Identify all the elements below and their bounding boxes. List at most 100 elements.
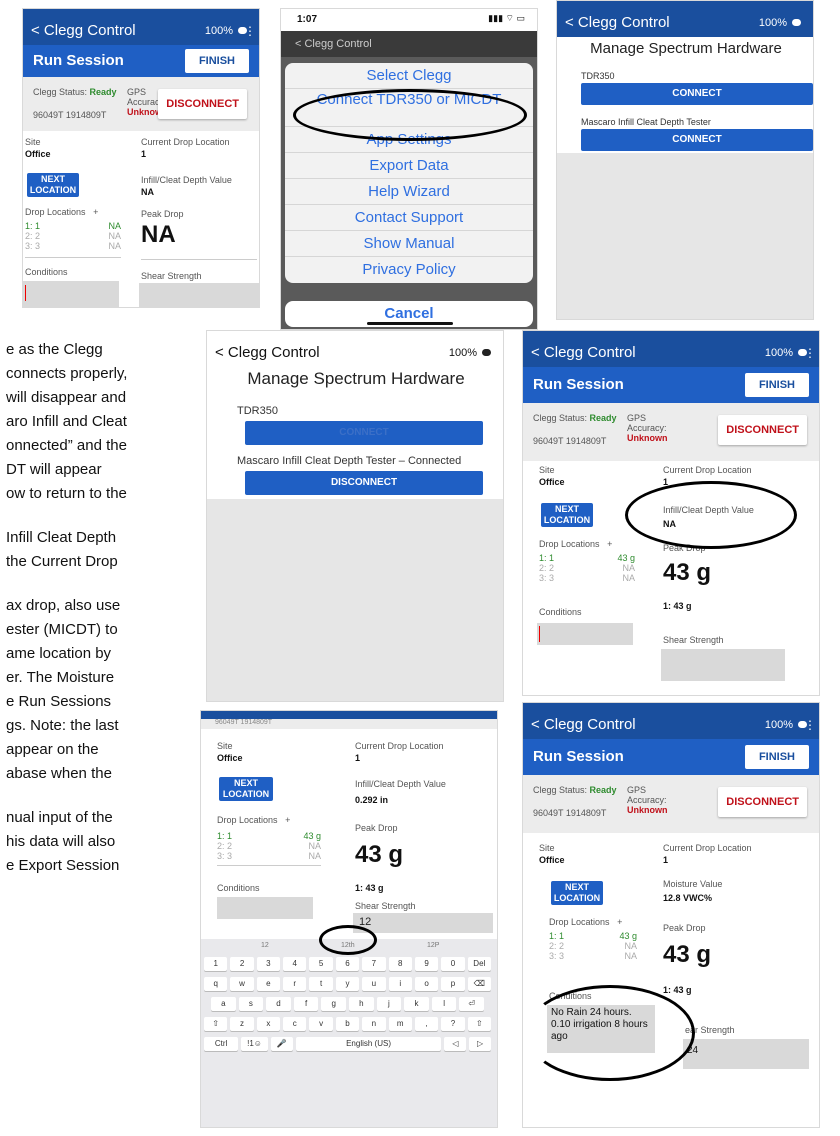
add-icon[interactable]: + (607, 539, 612, 549)
keyboard-key[interactable]: English (US) (295, 1037, 442, 1051)
disconnect-button[interactable]: DISCONNECT (158, 89, 247, 119)
keyboard-key[interactable]: ▷ (469, 1037, 491, 1051)
keyboard-key[interactable]: ⇧ (204, 1017, 228, 1031)
keyboard-key[interactable]: 4 (283, 957, 307, 971)
keyboard-key[interactable]: 6 (335, 957, 360, 971)
shear-strength-input[interactable]: 12 (353, 913, 493, 933)
menu-item-select-clegg[interactable]: Select Clegg (285, 63, 533, 89)
menu-item-help-wizard[interactable]: Help Wizard (285, 179, 533, 205)
keyboard-key[interactable]: l (431, 997, 457, 1011)
keyboard-key[interactable]: t (309, 977, 333, 991)
drop-row[interactable]: 1: 1 43 g (217, 831, 321, 841)
shear-strength-input[interactable] (139, 283, 259, 307)
suggestion[interactable]: 12 (261, 942, 269, 949)
back-title[interactable]: < Clegg Control (531, 716, 636, 733)
keyboard-key[interactable]: x (256, 1017, 281, 1031)
suggestion[interactable]: 12P (427, 942, 439, 949)
keyboard-key[interactable]: 1 (204, 957, 228, 971)
connect-tdr350-button[interactable]: CONNECT (581, 83, 813, 105)
menu-item-export-data[interactable]: Export Data (285, 153, 533, 179)
keyboard-key[interactable]: ◁ (444, 1037, 467, 1051)
keyboard-key[interactable]: m (388, 1017, 412, 1031)
keyboard-key[interactable]: p (441, 977, 465, 991)
keyboard-key[interactable]: ⇧ (467, 1017, 491, 1031)
drop-row[interactable]: 2: 2 NA (217, 841, 321, 851)
keyboard-key[interactable]: h (349, 997, 374, 1011)
keyboard-key[interactable]: ⏎ (459, 997, 484, 1011)
finish-button[interactable]: FINISH (744, 373, 809, 397)
back-title[interactable]: < Clegg Control (215, 344, 320, 361)
keyboard-key[interactable]: e (256, 977, 281, 991)
next-location-button[interactable]: NEXT LOCATION (219, 777, 273, 801)
drop-row[interactable]: 3: 3 NA (25, 241, 121, 251)
keyboard-key[interactable]: g (321, 997, 346, 1011)
drop-row[interactable]: 3: 3 NA (539, 573, 635, 583)
keyboard-key[interactable]: c (283, 1017, 307, 1031)
keyboard-key[interactable]: b (335, 1017, 360, 1031)
overflow-menu-icon[interactable]: ⋮ (804, 711, 816, 739)
keyboard-key[interactable]: r (283, 977, 307, 991)
keyboard-key[interactable]: n (362, 1017, 386, 1031)
keyboard-key[interactable]: i (388, 977, 412, 991)
drop-row[interactable]: 3: 3 NA (549, 951, 637, 961)
keyboard-key[interactable]: q (204, 977, 228, 991)
menu-item-contact-support[interactable]: Contact Support (285, 205, 533, 231)
drop-row[interactable]: 1: 1 43 g (539, 553, 635, 563)
drop-row[interactable]: 1: 1 43 g (549, 931, 637, 941)
keyboard-key[interactable]: 0 (441, 957, 465, 971)
finish-button[interactable]: FINISH (184, 49, 249, 73)
keyboard-key[interactable]: 7 (362, 957, 386, 971)
next-location-button[interactable]: NEXT LOCATION (27, 173, 79, 197)
keyboard-key[interactable]: 8 (388, 957, 412, 971)
keyboard-key[interactable]: !1☺ (241, 1037, 268, 1051)
keyboard-key[interactable]: o (414, 977, 439, 991)
add-icon[interactable]: + (285, 815, 290, 825)
keyboard-key[interactable]: k (404, 997, 429, 1011)
next-location-button[interactable]: NEXT LOCATION (551, 881, 603, 905)
back-title[interactable]: < Clegg Control (531, 344, 636, 361)
keyboard-key[interactable]: u (362, 977, 386, 991)
conditions-input[interactable] (217, 897, 313, 919)
disconnect-button[interactable]: DISCONNECT (718, 787, 807, 817)
conditions-input[interactable] (23, 281, 119, 307)
keyboard-key[interactable]: 🎤 (270, 1037, 293, 1051)
add-icon[interactable]: + (617, 917, 622, 927)
keyboard-key[interactable]: f (293, 997, 319, 1011)
finish-button[interactable]: FINISH (744, 745, 809, 769)
disconnect-button[interactable]: DISCONNECT (718, 415, 807, 445)
keyboard-key[interactable]: j (376, 997, 402, 1011)
overflow-menu-icon[interactable]: ⋮ (804, 339, 816, 367)
keyboard-key[interactable]: , (414, 1017, 439, 1031)
keyboard-key[interactable]: ? (441, 1017, 465, 1031)
keyboard-key[interactable]: 2 (230, 957, 254, 971)
drop-row[interactable]: 1: 1 NA (25, 221, 121, 231)
keyboard-key[interactable]: ⌫ (467, 977, 491, 991)
menu-item-show-manual[interactable]: Show Manual (285, 231, 533, 257)
keyboard-key[interactable]: v (309, 1017, 333, 1031)
disconnect-micdt-button[interactable]: DISCONNECT (245, 471, 483, 495)
connect-tdr350-button[interactable]: CONNECT (245, 421, 483, 445)
overflow-menu-icon[interactable]: ⋮ (244, 17, 256, 45)
back-title[interactable]: < Clegg Control (31, 22, 136, 39)
drop-row[interactable]: 3: 3 NA (217, 851, 321, 861)
next-location-button[interactable]: NEXT LOCATION (541, 503, 593, 527)
shear-strength-input[interactable]: 24 (683, 1039, 809, 1069)
keyboard-key[interactable]: d (266, 997, 291, 1011)
keyboard-key[interactable]: y (335, 977, 360, 991)
drop-row[interactable]: 2: 2 NA (539, 563, 635, 573)
keyboard-key[interactable]: a (211, 997, 236, 1011)
keyboard-key[interactable]: 9 (414, 957, 439, 971)
keyboard-key[interactable]: 5 (309, 957, 333, 971)
conditions-input[interactable] (537, 623, 633, 645)
keyboard-key[interactable]: s (238, 997, 264, 1011)
connect-micdt-button[interactable]: CONNECT (581, 129, 813, 151)
keyboard-key[interactable]: Ctrl (204, 1037, 239, 1051)
keyboard-key[interactable]: Del (467, 957, 491, 971)
keyboard-key[interactable]: 3 (256, 957, 281, 971)
back-title[interactable]: < Clegg Control (565, 14, 670, 31)
drop-row[interactable]: 2: 2 NA (549, 941, 637, 951)
keyboard-key[interactable]: z (230, 1017, 254, 1031)
menu-item-privacy-policy[interactable]: Privacy Policy (285, 257, 533, 283)
drop-row[interactable]: 2: 2 NA (25, 231, 121, 241)
keyboard-key[interactable]: w (230, 977, 254, 991)
